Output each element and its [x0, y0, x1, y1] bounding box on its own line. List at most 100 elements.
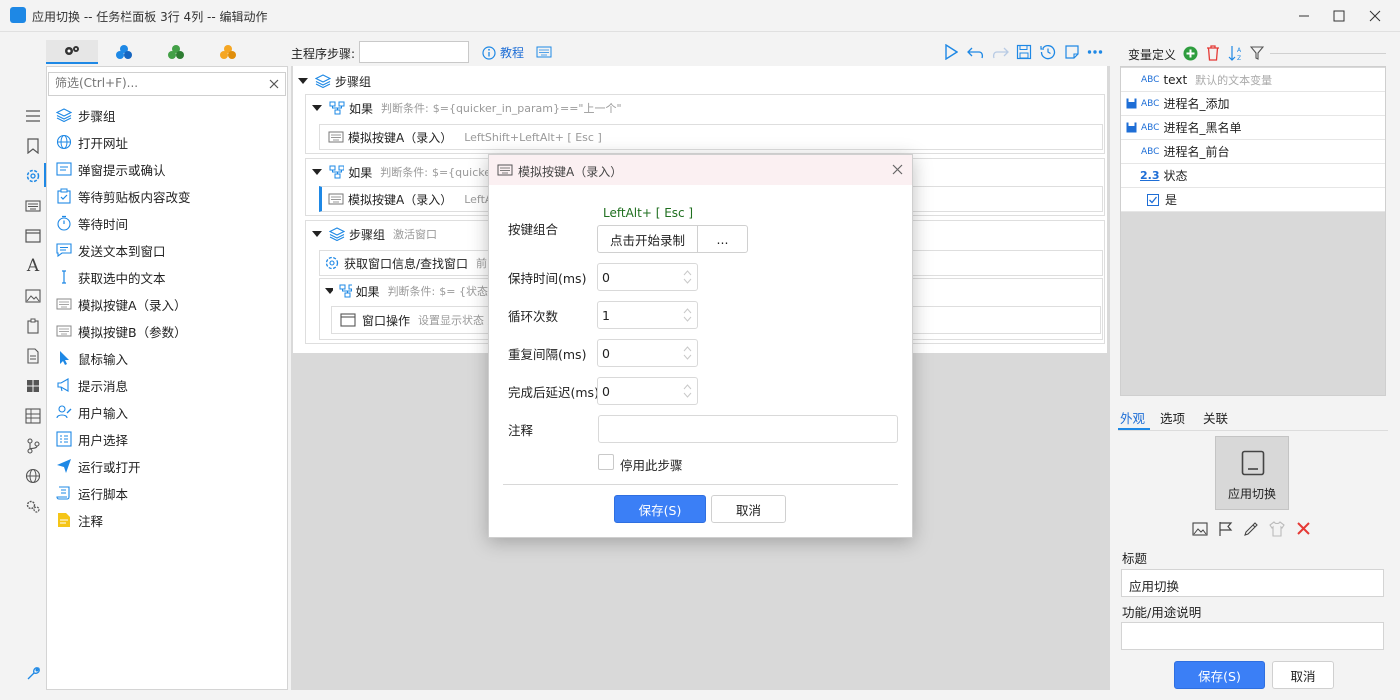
delete-variable-icon[interactable] — [1206, 45, 1220, 61]
description-field[interactable] — [1121, 622, 1384, 650]
palette-item[interactable]: 用户输入 — [50, 399, 286, 425]
note-square-icon[interactable] — [1064, 44, 1080, 60]
shirt-icon[interactable] — [1269, 521, 1285, 537]
post-delay-input[interactable] — [602, 384, 672, 399]
main-steps-input[interactable] — [359, 41, 469, 63]
tab-appearance[interactable]: 外观 — [1120, 408, 1145, 427]
hold-time-spinner[interactable] — [597, 263, 698, 291]
step-label: 模拟按键A（录入） — [348, 130, 453, 145]
loop-count-spinner[interactable] — [597, 301, 698, 329]
dialog-save-button[interactable]: 保存(S) — [614, 495, 706, 523]
tab-blocks-blue[interactable] — [98, 40, 150, 64]
spin-arrows-icon[interactable] — [683, 270, 692, 284]
step-group-row[interactable]: 步骤组 — [297, 70, 1103, 92]
more-icon[interactable] — [1087, 49, 1103, 55]
sort-icon[interactable]: AZ — [1228, 45, 1244, 61]
variable-row[interactable]: 是 — [1121, 188, 1385, 212]
palette-item[interactable]: 模拟按键B（参数） — [50, 318, 286, 344]
keyboard-icon — [328, 131, 344, 143]
filter-icon[interactable] — [1250, 46, 1264, 60]
main-cancel-button[interactable]: 取消 — [1272, 661, 1334, 689]
palette-item[interactable]: 鼠标输入 — [50, 345, 286, 371]
collapse-triangle-icon[interactable] — [311, 228, 323, 240]
keyboard-icon — [497, 164, 513, 176]
post-delay-spinner[interactable] — [597, 377, 698, 405]
palette-item[interactable]: 注释 — [50, 507, 286, 533]
action-preview-button[interactable]: 应用切换 — [1215, 436, 1289, 510]
repeat-interval-input[interactable] — [602, 346, 672, 361]
palette-item[interactable]: 运行或打开 — [50, 453, 286, 479]
palette-item[interactable]: 等待时间 — [50, 210, 286, 236]
branch-icon — [329, 101, 345, 115]
title-field[interactable]: 应用切换 — [1121, 569, 1384, 597]
palette-item[interactable]: 打开网址 — [50, 129, 286, 155]
hold-time-input[interactable] — [602, 270, 672, 285]
undo-icon[interactable] — [967, 44, 985, 60]
collapse-triangle-icon[interactable] — [297, 75, 309, 87]
dialog-cancel-button[interactable]: 取消 — [711, 495, 786, 523]
layers-icon — [329, 227, 345, 242]
tab-relations[interactable]: 关联 — [1203, 408, 1228, 427]
collapse-triangle-icon[interactable] — [311, 166, 323, 178]
history-icon[interactable] — [1040, 44, 1056, 60]
key-options-button[interactable]: ... — [697, 225, 748, 253]
if-row-3[interactable]: 如果 判断条件: $= {状态 — [324, 281, 488, 301]
variable-row[interactable]: ABC 进程名_添加 — [1121, 92, 1385, 116]
clear-filter-icon[interactable] — [269, 79, 279, 89]
palette-item[interactable]: 等待剪贴板内容改变 — [50, 183, 286, 209]
spin-arrows-icon[interactable] — [683, 308, 692, 322]
collapse-triangle-icon[interactable] — [311, 102, 323, 114]
gear-icon — [325, 256, 339, 270]
svg-text:Z: Z — [1237, 55, 1241, 61]
palette-item[interactable]: 获取选中的文本 — [50, 264, 286, 290]
tab-blocks-orange[interactable] — [202, 40, 254, 64]
flag-icon[interactable] — [1218, 521, 1234, 537]
delete-icon[interactable] — [1297, 522, 1310, 535]
keyboard-icon[interactable] — [536, 46, 552, 58]
redo-icon[interactable] — [991, 44, 1009, 60]
tab-blocks-green[interactable] — [150, 40, 202, 64]
filter-input[interactable] — [55, 76, 255, 90]
tab-gears[interactable] — [46, 40, 98, 64]
palette-item[interactable]: 运行脚本 — [50, 480, 286, 506]
variable-row[interactable]: ABC 进程名_前台 — [1121, 140, 1385, 164]
tutorial-link[interactable]: 教程 — [482, 44, 524, 61]
disable-step-checkbox[interactable] — [598, 454, 614, 470]
palette-item[interactable]: 弹窗提示或确认 — [50, 156, 286, 182]
palette-item[interactable]: 步骤组 — [50, 102, 286, 128]
loop-count-input[interactable] — [602, 308, 672, 323]
main-save-button[interactable]: 保存(S) — [1174, 661, 1265, 689]
save-icon[interactable] — [1016, 44, 1032, 60]
if-row-1[interactable]: 如果 判断条件: $={quicker_in_param}=="上一个" — [311, 98, 1091, 118]
step-group-row-2[interactable]: 步骤组 激活窗口 — [311, 224, 491, 244]
add-variable-icon[interactable] — [1183, 46, 1198, 61]
palette-item[interactable]: 模拟按键A（录入） — [50, 291, 286, 317]
palette-item[interactable]: 发送文本到窗口 — [50, 237, 286, 263]
palette-item[interactable]: 用户选择 — [50, 426, 286, 452]
palette-item[interactable]: 提示消息 — [50, 372, 286, 398]
step-label: 如果 — [349, 101, 374, 116]
if-row-2[interactable]: 如果 判断条件: $={quicke — [311, 162, 491, 182]
collapse-triangle-icon[interactable] — [324, 285, 334, 297]
palette-item-label: 弹窗提示或确认 — [78, 162, 166, 178]
record-button[interactable]: 点击开始录制 — [597, 225, 698, 253]
run-icon[interactable] — [944, 44, 958, 60]
palette-item-label: 等待时间 — [78, 216, 129, 232]
repeat-interval-spinner[interactable] — [597, 339, 698, 367]
key-step-row-1[interactable]: 模拟按键A（录入） LeftShift+LeftAlt+ [ Esc ] — [319, 124, 1103, 150]
window-icon — [340, 313, 356, 327]
spin-arrows-icon[interactable] — [683, 384, 692, 398]
variable-row[interactable]: ABC 进程名_黑名单 — [1121, 116, 1385, 140]
tab-options[interactable]: 选项 — [1160, 408, 1185, 427]
variable-row[interactable]: 2.3 状态 — [1121, 164, 1385, 188]
close-dialog-icon[interactable] — [892, 164, 903, 175]
keyboard-icon — [54, 321, 74, 341]
gears-icon — [65, 46, 79, 55]
image-icon[interactable] — [1192, 521, 1208, 537]
close-window-button[interactable] — [1352, 0, 1398, 32]
spin-arrows-icon[interactable] — [683, 346, 692, 360]
comment-input[interactable] — [598, 415, 898, 443]
eyedropper-icon[interactable] — [1243, 521, 1259, 537]
palette-item-label: 发送文本到窗口 — [78, 243, 166, 259]
variable-row[interactable]: ABC text 默认的文本变量 — [1121, 68, 1385, 92]
